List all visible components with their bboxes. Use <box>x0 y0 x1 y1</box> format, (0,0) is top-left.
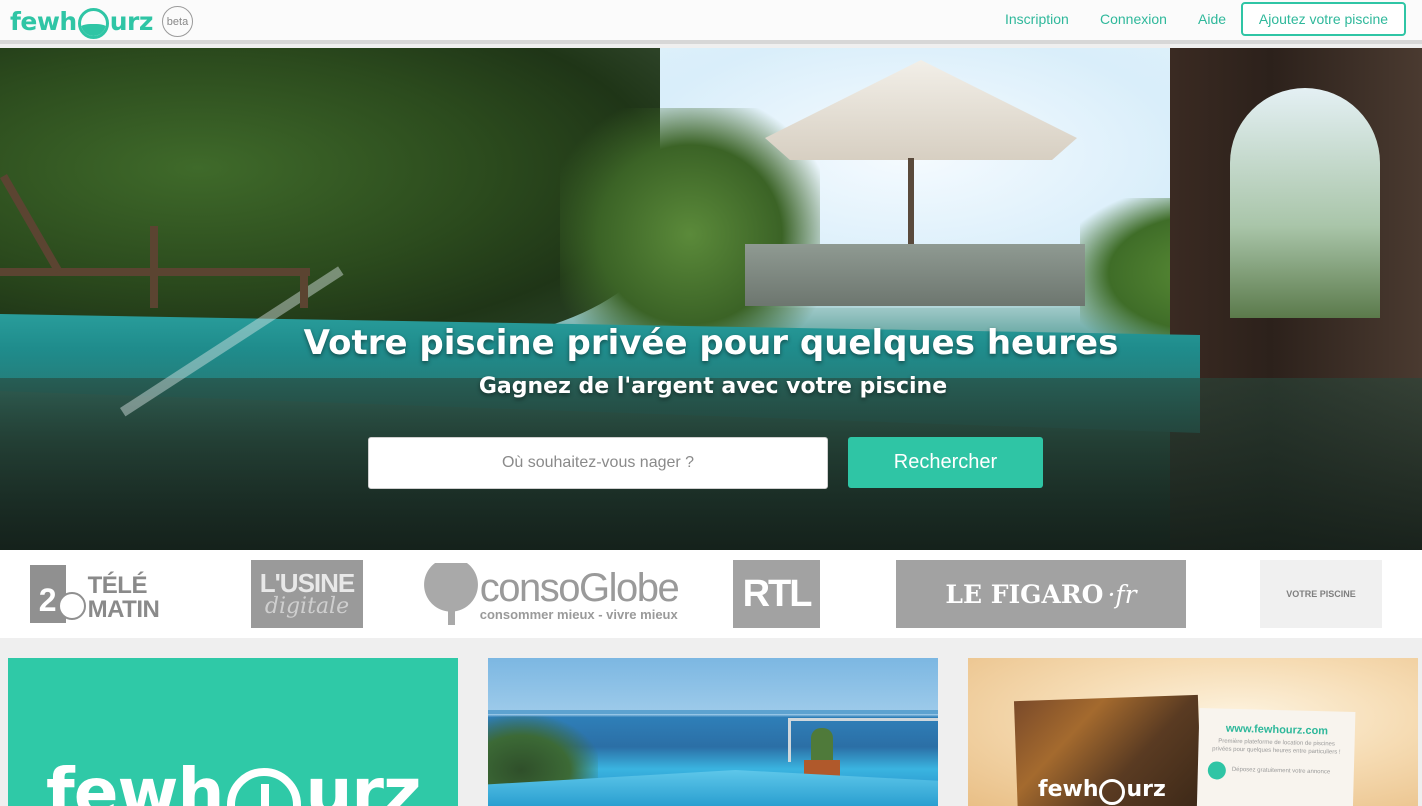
hero-title: Votre piscine privée pour quelques heure… <box>303 323 1119 363</box>
card-brand[interactable]: fewh urz <box>8 658 458 806</box>
telematin-logo: 2 TÉLÉ MATIN <box>12 560 177 628</box>
figaro-suffix: ·fr <box>1107 579 1137 609</box>
telematin-text: TÉLÉ MATIN <box>88 574 160 622</box>
clock-icon <box>57 592 86 620</box>
le-figaro-logo: LE FIGARO ·fr <box>896 560 1186 628</box>
hero-deck-chair <box>0 174 310 308</box>
usine-line1: L'USINE <box>259 568 356 598</box>
location-search-input[interactable] <box>368 437 828 489</box>
brochure-logo: fewh urz <box>1038 776 1166 805</box>
brochure-step-text: Déposez gratuitement votre annonce <box>1231 767 1331 776</box>
card-brochure-photo[interactable]: fewh urz www.fewhourz.com Première plate… <box>968 658 1418 806</box>
add-pool-button[interactable]: Ajoutez votre piscine <box>1241 2 1406 36</box>
usine-digitale-logo: L'USINE digitale <box>251 560 363 628</box>
figaro-name: LE FIGARO <box>945 579 1104 609</box>
hero-house-arch <box>1230 88 1380 318</box>
consoglobe-logo: consoGlobe consommer mieux - vivre mieux <box>422 560 680 628</box>
sea-horizon <box>488 710 938 714</box>
brochure-page: www.fewhourz.com Première plateforme de … <box>1196 707 1356 806</box>
press-logos-strip: 2 TÉLÉ MATIN L'USINE digitale consoGlobe… <box>0 550 1422 638</box>
brochure-logo-end: urz <box>1126 776 1166 802</box>
card-logo-clock-icon <box>227 767 302 806</box>
fewhourz-logo[interactable]: fewh urz <box>10 4 154 39</box>
consoglobe-name: consoGlobe <box>479 565 680 610</box>
telematin-line1: TÉLÉ <box>87 572 148 599</box>
brochure-tagline: Première plateforme de location de pisci… <box>1212 738 1341 756</box>
card-logo-text-start: fewh <box>46 754 224 806</box>
document-icon <box>1207 761 1227 780</box>
search-button[interactable]: Rechercher <box>848 437 1043 488</box>
logo-text-start: fewh <box>10 6 77 36</box>
brochure-clock-icon <box>1099 779 1126 805</box>
usine-line2: digitale <box>264 594 350 619</box>
brochure-url: www.fewhourz.com <box>1225 722 1329 738</box>
brochure-logo-start: fewh <box>1038 776 1099 802</box>
card-brand-logo: fewh urz <box>46 754 421 806</box>
chair-leg <box>150 226 158 308</box>
chair-back <box>0 174 62 274</box>
beta-badge: beta <box>162 6 193 37</box>
tree-icon <box>423 563 478 625</box>
brochure-step: Déposez gratuitement votre annonce <box>1207 761 1344 783</box>
hero-subtitle: Gagnez de l'argent avec votre piscine <box>478 374 948 399</box>
top-navbar: fewh urz beta Inscription Connexion Aide… <box>0 0 1422 44</box>
telematin-line2: MATIN <box>87 596 160 623</box>
card-pool-photo[interactable] <box>488 658 938 806</box>
rtl-logo: RTL <box>733 560 820 628</box>
card-logo-text-end: urz <box>305 754 421 806</box>
nav-connexion-link[interactable]: Connexion <box>1100 11 1167 27</box>
consoglobe-tagline: consommer mieux - vivre mieux <box>479 606 678 622</box>
logo-text-end: urz <box>109 6 154 36</box>
hero-pool-wall <box>745 244 1085 306</box>
nav-inscription-link[interactable]: Inscription <box>1005 11 1069 27</box>
votre-piscine-logo: VOTRE PISCINE <box>1260 560 1382 628</box>
hero-banner: Votre piscine privée pour quelques heure… <box>0 48 1422 550</box>
logo-clock-icon <box>77 7 109 39</box>
nav-aide-link[interactable]: Aide <box>1198 11 1226 27</box>
chair-leg <box>300 276 308 308</box>
